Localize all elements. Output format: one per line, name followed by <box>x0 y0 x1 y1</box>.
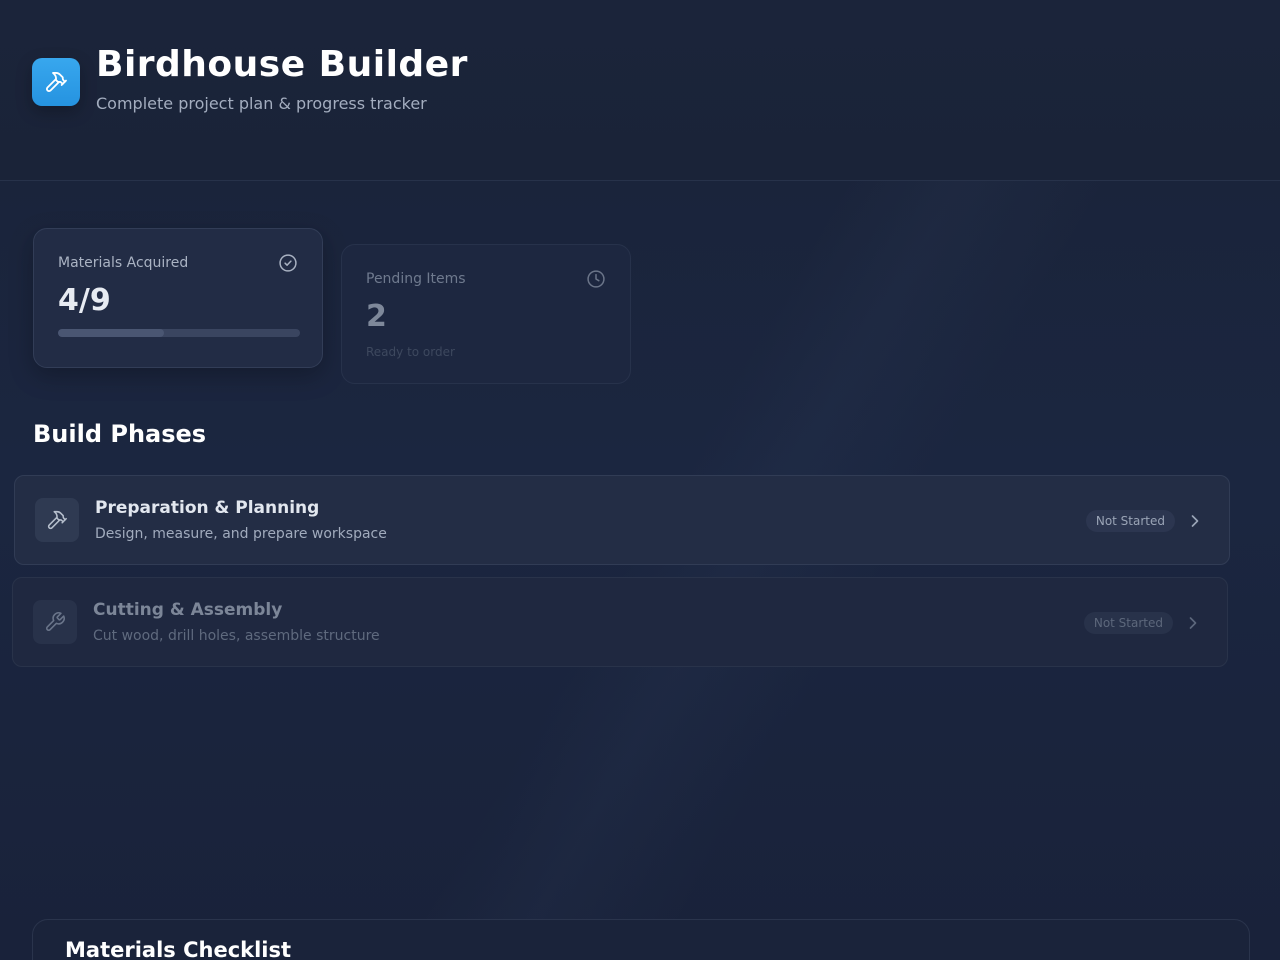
clock-icon <box>587 270 605 288</box>
materials-acquired-card[interactable]: Materials Acquired 4/9 <box>33 228 323 368</box>
status-badge: Not Started <box>1085 510 1175 532</box>
materials-checklist-heading: Materials Checklist <box>65 938 292 960</box>
app-header: Birdhouse Builder Complete project plan … <box>0 0 1280 181</box>
status-badge: Not Started <box>1083 612 1173 634</box>
hammer-icon <box>35 498 79 542</box>
materials-acquired-label: Materials Acquired <box>58 255 189 271</box>
chevron-right-icon[interactable] <box>1185 511 1205 531</box>
pending-items-note: Ready to order <box>366 345 455 359</box>
pending-items-card[interactable]: Pending Items 2 Ready to order <box>341 244 631 384</box>
pending-items-value: 2 <box>366 299 387 334</box>
materials-progress-bar <box>58 329 300 337</box>
pending-items-label: Pending Items <box>366 271 466 287</box>
phase-card-preparation[interactable]: Preparation & Planning Design, measure, … <box>14 475 1230 565</box>
phase-title: Cutting & Assembly <box>93 600 283 620</box>
materials-checklist-panel: Materials Checklist <box>32 919 1250 960</box>
build-phases-heading: Build Phases <box>33 420 207 448</box>
phase-card-cutting[interactable]: Cutting & Assembly Cut wood, drill holes… <box>12 577 1228 667</box>
page: Birdhouse Builder Complete project plan … <box>0 0 1280 960</box>
chevron-right-icon[interactable] <box>1183 613 1203 633</box>
materials-progress-fill <box>58 329 165 337</box>
materials-acquired-value: 4/9 <box>58 283 111 318</box>
check-circle-icon <box>279 254 297 272</box>
page-subtitle: Complete project plan & progress tracker <box>96 94 427 113</box>
phase-title: Preparation & Planning <box>95 498 320 518</box>
wrench-icon <box>33 600 77 644</box>
phase-description: Design, measure, and prepare workspace <box>95 526 387 542</box>
hammer-icon <box>32 58 80 106</box>
phase-description: Cut wood, drill holes, assemble structur… <box>93 628 380 644</box>
page-title: Birdhouse Builder <box>96 44 468 85</box>
